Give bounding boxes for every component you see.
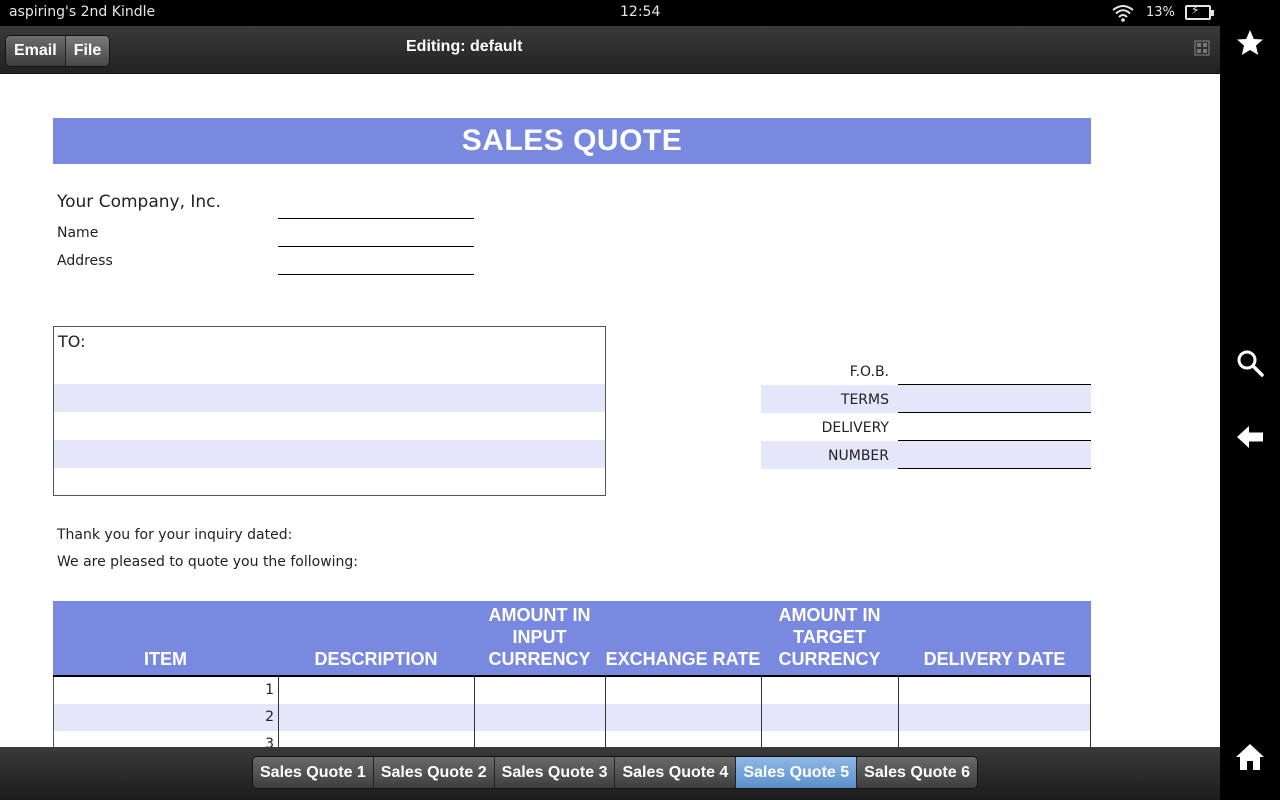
column-divider <box>1090 675 1091 747</box>
toolbar: Email File Editing: default <box>0 26 1220 74</box>
inquiry-text: Thank you for your inquiry dated: <box>57 527 293 543</box>
status-bar: aspiring's 2nd Kindle 12:54 13% ⚡ <box>0 0 1220 26</box>
tab-sales-quote-6[interactable]: Sales Quote 6 <box>857 757 977 788</box>
fob-label: F.O.B. <box>849 364 889 380</box>
wifi-icon <box>1112 5 1134 22</box>
item-number: 2 <box>265 709 274 725</box>
tab-sales-quote-4[interactable]: Sales Quote 4 <box>615 757 737 788</box>
battery-percent: 13% <box>1146 5 1175 20</box>
column-divider <box>898 675 899 747</box>
home-icon[interactable] <box>1235 742 1265 772</box>
sheet-tab-bar: Sales Quote 1 Sales Quote 2 Sales Quote … <box>0 747 1220 800</box>
table-row[interactable]: 1 <box>53 677 1091 704</box>
terms-row[interactable]: TERMS <box>761 385 1091 413</box>
item-number: 3 <box>265 736 274 747</box>
quote-intro-text: We are pleased to quote you the followin… <box>57 554 359 570</box>
to-address-box[interactable]: TO: <box>53 326 606 496</box>
clock: 12:54 <box>620 4 661 20</box>
address-underline <box>278 274 474 275</box>
delivery-label: DELIVERY <box>821 420 889 436</box>
item-number: 1 <box>265 682 274 698</box>
company-name: Your Company, Inc. <box>57 192 221 212</box>
to-box-stripe <box>54 440 605 468</box>
fob-row[interactable]: F.O.B. <box>761 357 1091 385</box>
system-nav-bar <box>1220 0 1280 800</box>
number-row[interactable]: NUMBER <box>761 441 1091 469</box>
sales-quote-banner: SALES QUOTE <box>53 118 1091 164</box>
tab-sales-quote-1[interactable]: Sales Quote 1 <box>253 757 374 788</box>
delivery-row[interactable]: DELIVERY <box>761 413 1091 441</box>
to-box-stripe <box>54 384 605 412</box>
name-label: Name <box>57 225 99 241</box>
column-divider <box>761 675 762 747</box>
tab-sales-quote-5[interactable]: Sales Quote 5 <box>736 757 858 788</box>
sheet-tabs: Sales Quote 1 Sales Quote 2 Sales Quote … <box>252 756 978 789</box>
table-row[interactable]: 3 <box>53 731 1091 747</box>
header-exchange-rate: EXCHANGE RATE <box>605 649 761 669</box>
items-table-body[interactable]: 1 2 3 <box>53 675 1091 747</box>
table-row[interactable]: 2 <box>53 704 1091 731</box>
file-button[interactable]: File <box>64 36 110 66</box>
tab-sales-quote-2[interactable]: Sales Quote 2 <box>373 757 495 788</box>
name-underline <box>278 246 474 247</box>
tab-sales-quote-3[interactable]: Sales Quote 3 <box>494 757 616 788</box>
items-table-header: ITEM DESCRIPTION AMOUNT IN INPUT CURRENCY … <box>53 601 1091 675</box>
to-label: TO: <box>58 332 86 351</box>
header-item: ITEM <box>144 649 187 669</box>
number-label: NUMBER <box>828 448 889 464</box>
battery-icon: ⚡ <box>1185 3 1214 20</box>
email-button[interactable]: Email <box>6 36 65 66</box>
header-description: DESCRIPTION <box>314 649 438 669</box>
column-divider <box>278 675 279 747</box>
fullscreen-icon[interactable] <box>1194 40 1210 56</box>
back-arrow-icon[interactable] <box>1235 422 1265 452</box>
header-amount-input-currency: AMOUNT IN INPUT CURRENCY <box>488 605 591 669</box>
column-divider <box>605 675 606 747</box>
editing-title: Editing: default <box>406 38 523 55</box>
header-delivery-date: DELIVERY DATE <box>923 649 1066 669</box>
search-icon[interactable] <box>1235 348 1265 378</box>
header-amount-target-currency: AMOUNT IN TARGET CURRENCY <box>778 605 881 669</box>
company-underline <box>278 218 474 219</box>
toolbar-button-group: Email File <box>5 35 111 67</box>
address-label: Address <box>57 253 113 269</box>
column-divider <box>474 675 475 747</box>
spreadsheet-document[interactable]: SALES QUOTE Your Company, Inc. Name Addr… <box>0 74 1220 747</box>
favorites-star-icon[interactable] <box>1235 28 1265 58</box>
device-name: aspiring's 2nd Kindle <box>9 4 156 20</box>
terms-label: TERMS <box>840 392 889 408</box>
